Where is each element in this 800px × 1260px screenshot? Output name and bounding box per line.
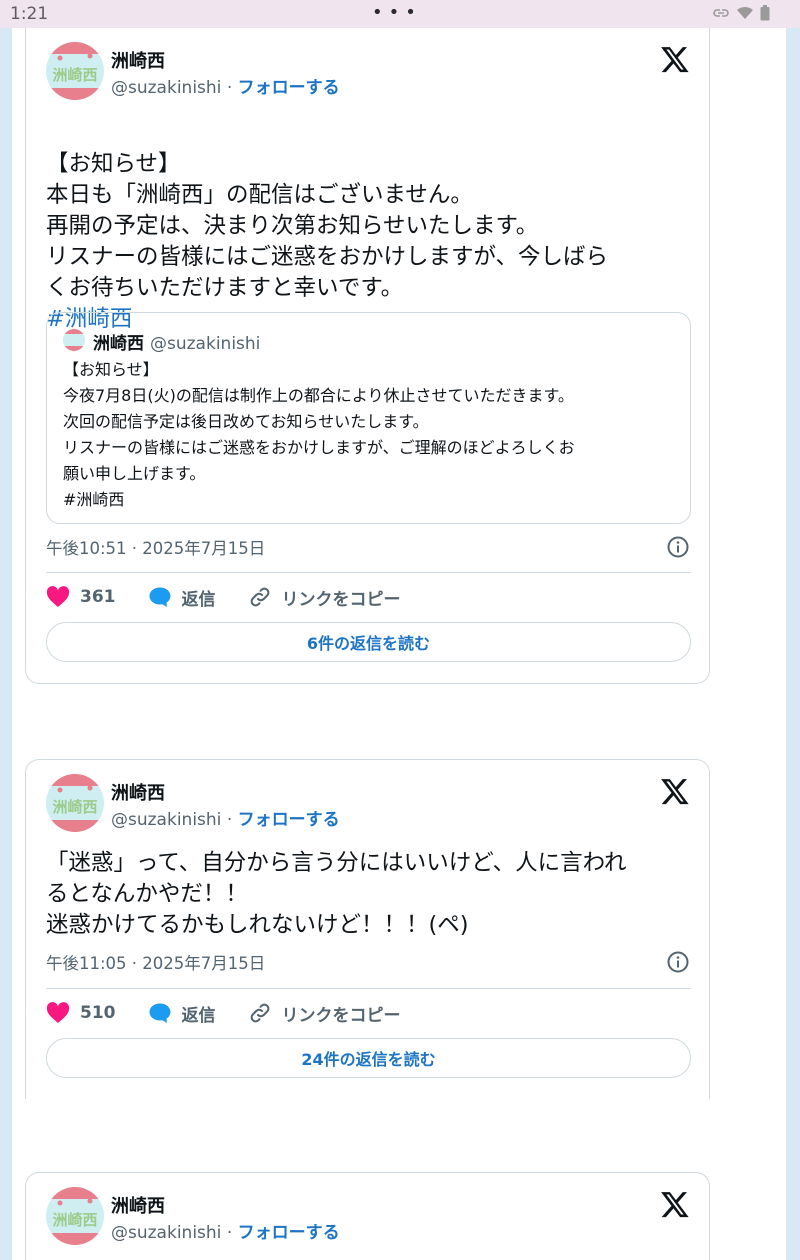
- like-count: 361: [80, 587, 116, 607]
- copy-link-label: リンクをコピー: [281, 1005, 401, 1026]
- handle-line: @suzakinishi · フォローする: [111, 1218, 340, 1243]
- quote-author-name: 洲崎西: [93, 334, 144, 354]
- x-logo-icon[interactable]: [660, 776, 690, 806]
- author-handle[interactable]: @suzakinishi: [111, 1223, 221, 1243]
- speech-bubble-icon: [149, 1003, 170, 1023]
- follow-button[interactable]: フォローする: [238, 810, 340, 830]
- avatar[interactable]: 洲崎西: [46, 1187, 104, 1245]
- author-handle[interactable]: @suzakinishi: [111, 78, 221, 98]
- author-handle[interactable]: @suzakinishi: [111, 810, 221, 830]
- follow-button[interactable]: フォローする: [238, 78, 340, 98]
- x-logo-icon[interactable]: [660, 1189, 690, 1219]
- copy-link-button[interactable]: リンクをコピー: [248, 1001, 401, 1026]
- action-bar: 510 返信 リンクをコピー: [46, 1000, 433, 1026]
- author-name[interactable]: 洲崎西: [111, 779, 165, 805]
- tweet-card[interactable]: 洲崎西 洲崎西 @suzakinishi · フォローする 【お知らせ】 本日も…: [25, 28, 710, 684]
- link-status-icon: [713, 9, 729, 17]
- info-icon[interactable]: [666, 950, 690, 974]
- heart-icon: [46, 1002, 70, 1023]
- follow-button[interactable]: フォローする: [238, 1223, 340, 1243]
- separator: ·: [226, 810, 233, 830]
- quoted-tweet[interactable]: 洲崎西 @suzakinishi 【お知らせ】 今夜7月8日(火)の配信は制作上の…: [46, 312, 691, 524]
- author-name[interactable]: 洲崎西: [111, 47, 165, 73]
- quote-author-handle: @suzakinishi: [150, 334, 261, 354]
- like-button[interactable]: 361: [46, 586, 116, 608]
- timestamp[interactable]: 午後11:05 · 2025年7月15日: [46, 950, 265, 974]
- quote-avatar: [63, 329, 85, 351]
- handle-line: @suzakinishi · フォローする: [111, 805, 340, 830]
- action-bar: 361 返信 リンクをコピー: [46, 584, 433, 610]
- quote-text: 【お知らせ】 今夜7月8日(火)の配信は制作上の都合により休止させていただきます…: [63, 360, 575, 509]
- wifi-icon: [737, 6, 753, 19]
- status-time: 1:21: [10, 4, 49, 24]
- copy-link-label: リンクをコピー: [281, 589, 401, 610]
- avatar-text: 洲崎西: [52, 66, 97, 84]
- separator: ·: [226, 78, 233, 98]
- tweet-card[interactable]: 洲崎西 洲崎西 @suzakinishi · フォローする: [25, 1172, 710, 1260]
- right-edge-strip: [786, 28, 800, 1260]
- avatar[interactable]: 洲崎西: [46, 774, 104, 832]
- battery-icon: [760, 5, 770, 21]
- handle-line: @suzakinishi · フォローする: [111, 73, 340, 98]
- read-replies-button[interactable]: 24件の返信を読む: [46, 1038, 691, 1078]
- reply-label: 返信: [181, 589, 216, 610]
- timestamp[interactable]: 午後10:51 · 2025年7月15日: [46, 535, 265, 559]
- tweet-card[interactable]: 洲崎西 洲崎西 @suzakinishi · フォローする 「迷惑」って、自分か…: [25, 759, 710, 1099]
- author-name[interactable]: 洲崎西: [111, 1192, 165, 1218]
- copy-link-button[interactable]: リンクをコピー: [248, 585, 401, 610]
- tweet-body: 【お知らせ】 本日も「洲崎西」の配信はございません。 再開の予定は、決まり次第お…: [46, 151, 609, 301]
- reply-label: 返信: [181, 1005, 216, 1026]
- avatar-text: 洲崎西: [52, 798, 97, 816]
- reply-button[interactable]: 返信: [148, 585, 216, 610]
- x-logo-icon[interactable]: [660, 44, 690, 74]
- speech-bubble-icon: [149, 587, 170, 607]
- quote-author-line: 洲崎西 @suzakinishi: [93, 329, 260, 354]
- avatar[interactable]: 洲崎西: [46, 42, 104, 100]
- info-icon[interactable]: [666, 535, 690, 559]
- link-icon: [250, 1003, 269, 1023]
- status-bar: 1:21 •••: [0, 0, 800, 28]
- link-icon: [250, 587, 269, 607]
- read-replies-button[interactable]: 6件の返信を読む: [46, 622, 691, 662]
- status-icons: [712, 5, 770, 21]
- divider: [46, 988, 691, 989]
- tweet-text: 「迷惑」って、自分から言う分にはいいけど、人に言われ るとなんかやだ！！ 迷惑か…: [46, 850, 627, 938]
- avatar-text: 洲崎西: [52, 1211, 97, 1229]
- like-button[interactable]: 510: [46, 1002, 116, 1024]
- divider: [46, 572, 691, 573]
- left-edge-strip: [0, 28, 12, 1260]
- menu-dots-icon[interactable]: •••: [372, 2, 422, 23]
- like-count: 510: [80, 1003, 116, 1023]
- reply-button[interactable]: 返信: [148, 1001, 216, 1026]
- heart-icon: [46, 586, 70, 607]
- separator: ·: [226, 1223, 233, 1243]
